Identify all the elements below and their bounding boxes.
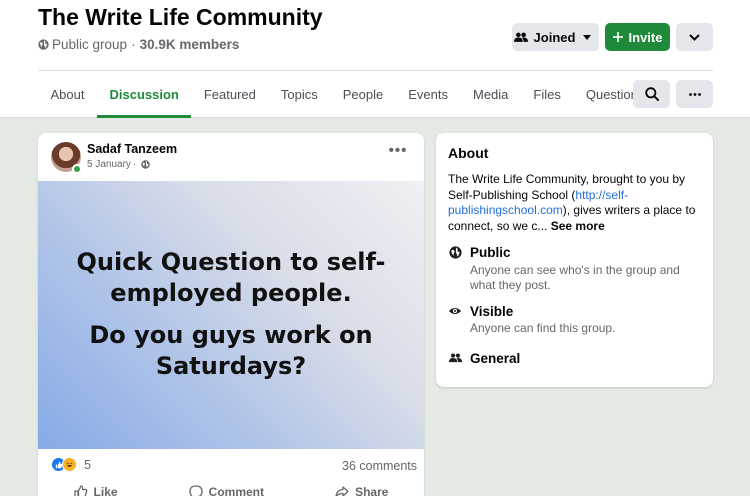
reaction-count: 5 bbox=[84, 457, 91, 472]
comment-count[interactable]: 36 comments bbox=[342, 459, 417, 473]
more-button[interactable] bbox=[676, 80, 713, 108]
group-header: The Write Life Community Public group · … bbox=[0, 0, 750, 118]
about-description-start: The Write Life Community, brought to you… bbox=[448, 172, 685, 202]
post-card: Sadaf Tanzeem 5 January · ••• Quick Ques… bbox=[38, 133, 424, 496]
globe-icon bbox=[448, 245, 462, 259]
about-panel: About The Write Life Community, brought … bbox=[436, 133, 713, 387]
comment-button[interactable]: Comment bbox=[189, 485, 264, 496]
like-icon bbox=[73, 485, 87, 496]
globe-icon bbox=[141, 160, 150, 169]
group-title: The Write Life Community bbox=[38, 4, 323, 30]
group-type-title: General bbox=[470, 351, 521, 366]
like-label: Like bbox=[93, 485, 118, 496]
tab-media[interactable]: Media bbox=[460, 71, 520, 118]
group-privacy: Public group bbox=[52, 37, 128, 52]
tab-about[interactable]: About bbox=[38, 71, 97, 118]
people-icon bbox=[448, 351, 462, 365]
online-status-dot bbox=[72, 164, 82, 174]
post-actions: Like Comment Share bbox=[38, 485, 424, 496]
about-title: About bbox=[448, 145, 489, 161]
chevron-down-icon bbox=[689, 33, 700, 41]
invite-button[interactable]: Invite bbox=[605, 23, 670, 51]
search-icon bbox=[644, 87, 659, 101]
about-description: The Write Life Community, brought to you… bbox=[448, 172, 706, 234]
reaction-summary[interactable]: 5 bbox=[51, 457, 91, 472]
tab-events[interactable]: Events bbox=[396, 71, 461, 118]
eye-icon bbox=[448, 304, 462, 318]
haha-icon bbox=[62, 457, 77, 472]
post-author[interactable]: Sadaf Tanzeem bbox=[87, 142, 177, 156]
post-meta: 5 January · bbox=[87, 159, 150, 170]
plus-icon bbox=[612, 32, 623, 42]
globe-icon bbox=[38, 39, 49, 50]
comment-icon bbox=[189, 485, 203, 496]
post-image[interactable]: Quick Question to self-employed people. … bbox=[38, 181, 424, 449]
post-image-question-line2: Do you guys work on Saturdays? bbox=[89, 321, 373, 380]
tab-featured[interactable]: Featured bbox=[191, 71, 268, 118]
share-label: Share bbox=[355, 485, 389, 496]
privacy-title: Public bbox=[470, 245, 511, 260]
invite-label: Invite bbox=[628, 29, 663, 45]
visibility-description: Anyone can find this group. bbox=[470, 321, 616, 335]
post-image-question-line1: Quick Question to self-employed people. bbox=[76, 248, 386, 307]
search-button[interactable] bbox=[633, 80, 670, 108]
member-count[interactable]: 30.9K members bbox=[140, 37, 240, 52]
post-date[interactable]: 5 January bbox=[87, 159, 131, 170]
joined-label: Joined bbox=[533, 29, 576, 45]
group-tabs: About Discussion Featured Topics People … bbox=[38, 71, 657, 118]
chevron-down-icon bbox=[583, 34, 592, 40]
ellipsis-icon bbox=[688, 92, 701, 96]
visibility-title: Visible bbox=[470, 304, 514, 319]
meta-separator: · bbox=[131, 37, 136, 52]
joined-button[interactable]: Joined bbox=[512, 23, 599, 51]
tab-people[interactable]: People bbox=[330, 71, 395, 118]
see-more-link[interactable]: See more bbox=[551, 219, 605, 233]
more-options-dropdown-button[interactable] bbox=[676, 23, 713, 51]
tab-files[interactable]: Files bbox=[521, 71, 573, 118]
date-separator: · bbox=[132, 159, 137, 170]
like-button[interactable]: Like bbox=[73, 485, 118, 496]
tab-topics[interactable]: Topics bbox=[268, 71, 330, 118]
post-menu-button[interactable]: ••• bbox=[388, 143, 408, 161]
privacy-description: Anyone can see who's in the group and wh… bbox=[470, 263, 680, 292]
share-icon bbox=[335, 486, 349, 496]
tab-discussion[interactable]: Discussion bbox=[96, 71, 192, 118]
comment-label: Comment bbox=[208, 485, 264, 496]
share-button[interactable]: Share bbox=[335, 485, 388, 496]
people-icon bbox=[513, 32, 528, 42]
group-meta: Public group · 30.9K members bbox=[38, 37, 239, 52]
